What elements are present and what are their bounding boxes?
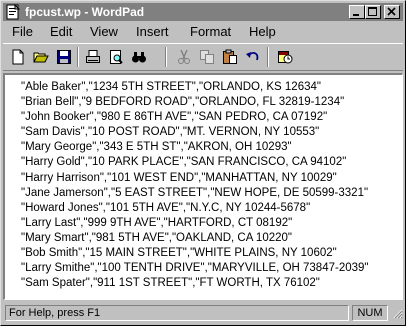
print-preview-icon [110,50,123,64]
document-text[interactable]: "Able Baker","1234 5TH STREET","ORLANDO,… [21,80,369,291]
save-button[interactable] [53,47,75,67]
menu-help[interactable]: Help [249,23,276,41]
undo-icon [246,52,259,61]
menu-view[interactable]: View [90,23,118,41]
print-icon [86,50,100,63]
new-button[interactable] [7,47,29,67]
close-button[interactable] [384,5,400,19]
new-icon [12,49,24,65]
minimize-button[interactable] [349,5,365,19]
toolbar [3,43,403,71]
cut-icon [178,49,190,64]
document-line[interactable]: "Larry Smithe","100 TENTH DRIVE","MARYVI… [21,261,369,276]
menu-file[interactable]: File [12,23,33,41]
document-line[interactable]: "Harry Harrison","101 WEST END","MANHATT… [21,171,369,186]
wordpad-icon[interactable] [5,4,21,20]
paste-button[interactable] [219,47,241,67]
document-line[interactable]: "Mary George","343 E 5TH ST","AKRON, OH … [21,140,369,155]
document-line[interactable]: "Harry Gold","10 PARK PLACE","SAN FRANCI… [21,155,369,170]
status-bar: For Help, press F1 NUM [3,303,403,323]
open-icon [33,52,49,63]
wordpad-window: fpcust.wp - WordPad File Edit View Inser… [0,0,406,326]
document-line[interactable]: "Able Baker","1234 5TH STREET","ORLANDO,… [21,80,369,95]
open-button[interactable] [30,47,52,67]
document-line[interactable]: "Sam Davis","10 POST ROAD","MT. VERNON, … [21,125,369,140]
document-line[interactable]: "Bob Smith","15 MAIN STREET","WHITE PLAI… [21,246,369,261]
title-bar[interactable]: fpcust.wp - WordPad [3,3,403,21]
minimize-icon [353,14,359,16]
document-line[interactable]: "Brian Bell","9 BEDFORD ROAD","ORLANDO, … [21,95,369,110]
menu-bar: File Edit View Insert Format Help [3,23,403,41]
maximize-icon [368,7,377,16]
document-line[interactable]: "Sam Spater","911 1ST STREET","FT WORTH,… [21,276,369,291]
paste-icon [223,49,237,64]
menu-insert[interactable]: Insert [136,23,169,41]
status-help-text: For Help, press F1 [5,305,349,321]
maximize-button[interactable] [365,5,381,19]
toolbar-separator [77,47,79,67]
find-icon [132,52,146,63]
find-button[interactable] [128,47,150,67]
print-button[interactable] [82,47,104,67]
document-line[interactable]: "Mary Smart","981 5TH AVE","OAKLAND, CA … [21,231,369,246]
cut-button[interactable] [173,47,195,67]
toolbar-separator [165,47,167,67]
menu-edit[interactable]: Edit [50,23,72,41]
document-line[interactable]: "Howard Jones","101 5TH AVE","N.Y.C, NY … [21,201,369,216]
toolbar-separator [267,47,269,67]
date-time-icon [278,51,293,64]
copy-icon [200,50,214,64]
window-title: fpcust.wp - WordPad [25,5,145,19]
resize-grip-icon[interactable] [391,307,403,321]
copy-button[interactable] [196,47,218,67]
document-line[interactable]: "Larry Last","999 9TH AVE","HARTFORD, CT… [21,216,369,231]
save-icon [57,50,71,64]
undo-button[interactable] [242,47,264,67]
document-line[interactable]: "Jane Jamerson","5 EAST STREET","NEW HOP… [21,186,369,201]
document-area[interactable]: "Able Baker","1234 5TH STREET","ORLANDO,… [3,73,403,300]
date-time-button[interactable] [274,47,296,67]
document-line[interactable]: "John Booker","980 E 86TH AVE","SAN PEDR… [21,110,369,125]
close-icon [387,7,396,16]
num-lock-indicator: NUM [352,305,388,321]
menu-format[interactable]: Format [190,23,231,41]
print-preview-button[interactable] [105,47,127,67]
